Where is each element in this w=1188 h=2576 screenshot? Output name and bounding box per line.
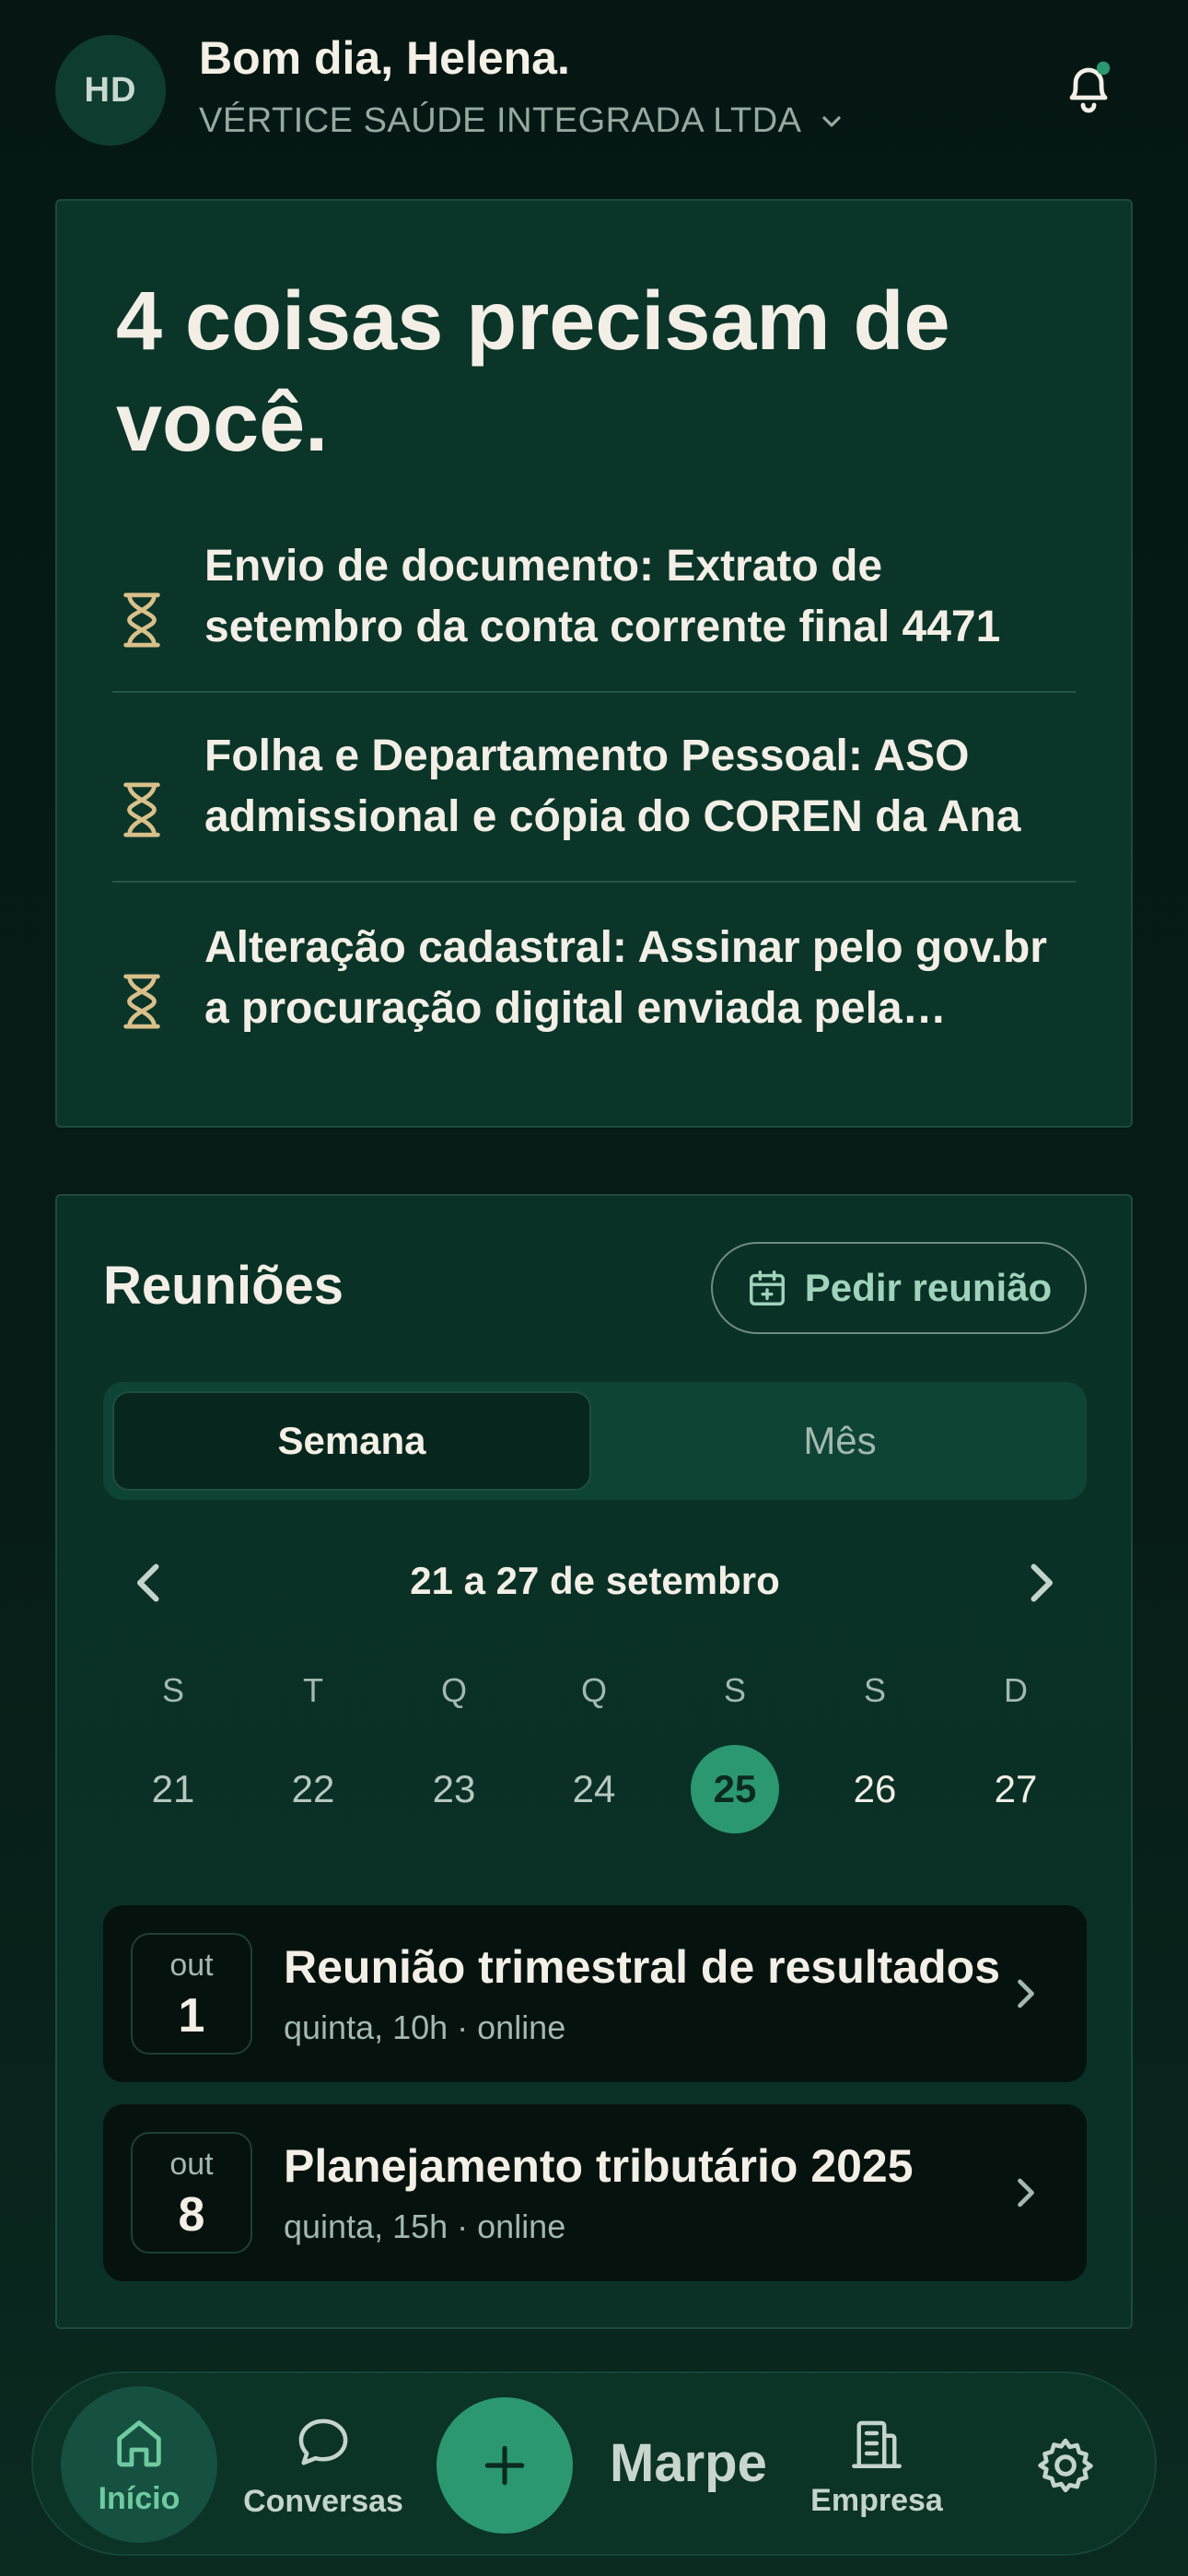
- weekday-label: T: [303, 1671, 323, 1709]
- week-range-label: 21 a 27 de setembro: [410, 1559, 780, 1602]
- nav-conversations-label: Conversas: [243, 2483, 403, 2519]
- weekday-label: S: [161, 1671, 184, 1709]
- bottom-navigation: Início Conversas Marpe Empresa: [31, 2371, 1157, 2556]
- weekday-label: Q: [580, 1671, 607, 1709]
- meeting-title: Planejamento tributário 2025: [284, 2140, 914, 2192]
- calendar-day[interactable]: 23: [384, 1745, 524, 1833]
- greeting-text: Bom dia, Helena.: [199, 32, 570, 84]
- weekday-label: D: [1004, 1671, 1028, 1709]
- chevron-right-icon: [1018, 1979, 1034, 2008]
- pending-task-item[interactable]: Envio de documento: Extrato de setembro …: [112, 536, 1076, 726]
- chevron-right-icon: [1018, 2178, 1034, 2207]
- building-icon: [852, 2420, 902, 2468]
- nav-settings[interactable]: [1006, 2373, 1125, 2558]
- meeting-month: out: [169, 1948, 214, 1983]
- nav-home[interactable]: Início: [61, 2386, 217, 2543]
- meetings-title: Reuniões: [103, 1256, 344, 1316]
- meeting-item[interactable]: out 1 Reunião trimestral de resultados q…: [103, 1905, 1087, 2082]
- home-icon: [117, 2419, 161, 2466]
- bell-icon: [1069, 61, 1111, 113]
- calendar-day[interactable]: 22: [243, 1745, 383, 1833]
- meeting-date-badge: out 8: [131, 2132, 252, 2254]
- divider: [112, 881, 1076, 883]
- meeting-item[interactable]: out 8 Planejamento tributário 2025 quint…: [103, 2104, 1087, 2281]
- brand-logo-text: Marpe: [610, 2433, 767, 2493]
- request-meeting-label: Pedir reunião: [804, 1266, 1053, 1309]
- view-segmented-control: Semana Mês: [103, 1382, 1087, 1500]
- meeting-date-badge: out 1: [131, 1933, 252, 2055]
- pending-task-text: Folha e Departamento Pessoal: ASO admiss…: [204, 732, 1021, 841]
- meeting-subtitle: quinta, 15h · online: [284, 2207, 566, 2245]
- hourglass-icon: [123, 974, 160, 1029]
- request-meeting-button[interactable]: Pedir reunião: [711, 1242, 1087, 1334]
- calendar-day[interactable]: 26: [805, 1745, 945, 1833]
- nav-conversations[interactable]: Conversas: [236, 2373, 411, 2558]
- pending-task-item[interactable]: Alteração cadastral: Assinar pelo gov.br…: [112, 918, 1076, 1107]
- meetings-card: Reuniões Pedir reunião Semana Mês 21 a 2…: [55, 1194, 1133, 2329]
- pending-actions-card: 4 coisas precisam de você. Envio de docu…: [55, 199, 1133, 1128]
- hourglass-icon: [123, 782, 160, 837]
- meeting-title: Reunião trimestral de resultados: [284, 1941, 1001, 1993]
- segment-month[interactable]: Mês: [600, 1391, 1079, 1491]
- pending-task-text: Alteração cadastral: Assinar pelo gov.br…: [204, 923, 1047, 1033]
- weekday-label: S: [863, 1671, 886, 1709]
- add-button[interactable]: [437, 2397, 573, 2534]
- meeting-day: 1: [178, 1989, 205, 2043]
- nav-company-label: Empresa: [810, 2482, 943, 2518]
- avatar[interactable]: HD: [55, 35, 166, 146]
- week-navigator: 21 a 27 de setembro: [103, 1546, 1087, 1620]
- pending-task-item[interactable]: Folha e Departamento Pessoal: ASO admiss…: [112, 726, 1076, 916]
- plus-icon: [484, 2445, 525, 2486]
- calendar-day-today[interactable]: 25: [665, 1745, 805, 1833]
- meeting-day: 8: [178, 2188, 205, 2242]
- nav-home-label: Início: [98, 2480, 181, 2516]
- weekday-label: S: [723, 1671, 746, 1709]
- calendar-day[interactable]: 27: [946, 1745, 1086, 1833]
- nav-company[interactable]: Empresa: [794, 2373, 960, 2558]
- pending-title: 4 coisas precisam de você.: [116, 275, 950, 469]
- header: HD Bom dia, Helena. VÉRTICE SAÚDE INTEGR…: [55, 31, 1133, 146]
- calendar-day[interactable]: 21: [103, 1745, 243, 1833]
- notification-dot: [1096, 61, 1111, 76]
- company-name: VÉRTICE SAÚDE INTEGRADA LTDA: [199, 101, 802, 140]
- company-selector[interactable]: VÉRTICE SAÚDE INTEGRADA LTDA: [199, 101, 846, 141]
- meeting-subtitle: quinta, 10h · online: [284, 2008, 566, 2046]
- meeting-month: out: [169, 2147, 214, 2182]
- segment-week[interactable]: Semana: [112, 1391, 591, 1491]
- chat-bubble-icon: [298, 2418, 348, 2465]
- chevron-down-icon: [821, 115, 841, 127]
- chevron-right-icon[interactable]: [1013, 1555, 1068, 1610]
- pending-task-text: Envio de documento: Extrato de setembro …: [204, 542, 1001, 651]
- hourglass-icon: [123, 592, 160, 648]
- notifications-button[interactable]: [1055, 53, 1122, 120]
- divider: [112, 691, 1076, 693]
- weekday-label: Q: [440, 1671, 467, 1709]
- gear-icon: [1038, 2438, 1093, 2493]
- calendar-plus-icon: [749, 1270, 785, 1306]
- calendar-day[interactable]: 24: [524, 1745, 664, 1833]
